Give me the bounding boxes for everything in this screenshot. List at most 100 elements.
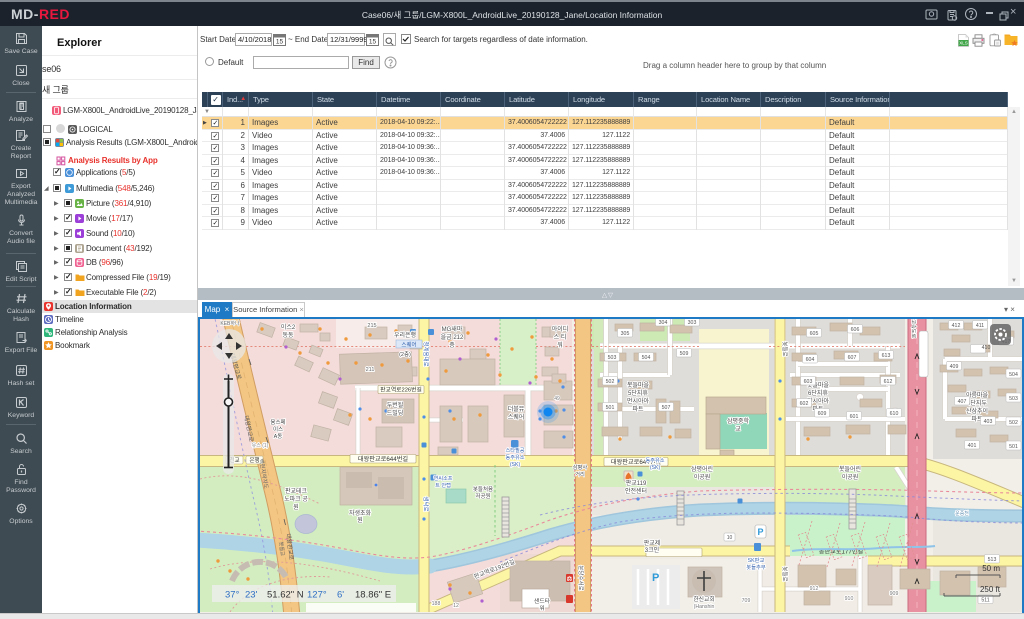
svg-text:188: 188 (432, 601, 441, 607)
svg-text:604: 604 (806, 357, 815, 363)
svg-text:12: 12 (453, 603, 459, 609)
svg-text:4단지두: 4단지두 (967, 399, 987, 407)
svg-text:(SK): (SK) (510, 462, 521, 468)
svg-text:37°: 37° (225, 590, 240, 601)
svg-text:대왕판교로644번길: 대왕판교로644번길 (358, 455, 408, 463)
svg-text:SK판교: SK판교 (748, 556, 765, 564)
svg-text:910: 910 (845, 596, 854, 602)
svg-text:6단지휴: 6단지휴 (808, 389, 828, 397)
svg-text:407: 407 (958, 399, 967, 405)
svg-text:⚖: ⚖ (567, 576, 573, 583)
svg-text:스 티: 스 티 (554, 333, 567, 341)
svg-text:127°: 127° (307, 590, 327, 601)
svg-text:513: 513 (988, 557, 997, 563)
svg-text:304: 304 (659, 320, 668, 326)
svg-text:을금 212: 을금 212 (441, 334, 464, 341)
svg-text:305: 305 (621, 331, 630, 337)
svg-text:샌드타: 샌드타 (534, 597, 551, 605)
svg-text:607: 607 (848, 355, 857, 361)
svg-text:거리: 거리 (575, 470, 585, 478)
svg-text:912: 912 (810, 586, 819, 592)
svg-text:503: 503 (608, 355, 617, 361)
svg-text:602: 602 (800, 401, 809, 407)
svg-text:411: 411 (976, 323, 984, 329)
svg-text:윰스페: 윰스페 (270, 418, 285, 426)
svg-text:502: 502 (606, 379, 615, 385)
svg-text:워: 워 (539, 604, 544, 612)
svg-text:안전센터: 안전센터 (625, 487, 647, 495)
svg-text:판교119: 판교119 (626, 479, 647, 487)
svg-text:303: 303 (688, 320, 697, 326)
svg-text:봇들마을: 봇들마을 (627, 381, 650, 389)
svg-text:612: 612 (884, 379, 893, 385)
svg-text:봇들추부: 봇들추부 (746, 564, 766, 571)
svg-text:먼시아아: 먼시아아 (627, 397, 650, 405)
svg-text:KEB하나: KEB하나 (220, 320, 240, 327)
svg-text:211: 211 (366, 367, 375, 373)
svg-text:606: 606 (851, 327, 860, 333)
svg-text:경부고속도로: 경부고속도로 (910, 319, 918, 339)
svg-text:6': 6' (337, 590, 344, 601)
svg-text:501: 501 (606, 405, 615, 411)
svg-text:502: 502 (1009, 420, 1018, 426)
svg-text:판교역로226번길: 판교역로226번길 (380, 386, 422, 394)
svg-text:609: 609 (818, 411, 827, 417)
svg-text:이스2: 이스2 (281, 323, 296, 331)
svg-text:우리은행: 우리은행 (394, 331, 416, 339)
svg-text:18.86" E: 18.86" E (355, 590, 391, 601)
svg-text:삼평어린: 삼평어린 (691, 465, 713, 473)
svg-text:노파크 공: 노파크 공 (284, 495, 308, 503)
svg-text:원: 원 (357, 516, 363, 524)
svg-text:트 안랩: 트 안랩 (435, 481, 451, 489)
svg-text:봇들로: 봇들로 (781, 566, 788, 581)
svg-text:613: 613 (882, 353, 891, 359)
svg-text:워: 워 (557, 341, 563, 349)
svg-text:이스: 이스 (273, 425, 283, 433)
svg-text:파트: 파트 (632, 405, 644, 413)
svg-text:분당수서로: 분당수서로 (577, 565, 585, 590)
svg-text:P: P (652, 572, 659, 584)
svg-text:자생초화: 자생초화 (349, 509, 372, 517)
svg-text:연씨소프: 연씨소프 (433, 474, 452, 482)
svg-text:교: 교 (735, 426, 741, 433)
svg-text:49: 49 (554, 396, 560, 402)
svg-text:3크인: 3크인 (645, 547, 659, 554)
svg-text:15: 15 (276, 39, 284, 46)
svg-text:운중천: 운중천 (955, 510, 969, 517)
svg-text:504: 504 (1009, 372, 1018, 378)
svg-text:XLS: XLS (959, 41, 968, 46)
svg-text:403: 403 (984, 419, 993, 425)
svg-text:50 m: 50 m (982, 564, 1000, 573)
svg-text:스퀘어: 스퀘어 (508, 413, 525, 421)
svg-text:(Hanshin: (Hanshin (694, 604, 715, 610)
svg-text:603: 603 (804, 379, 813, 385)
svg-text:삼평중학: 삼평중학 (727, 417, 750, 425)
svg-text:51.62" N: 51.62" N (267, 590, 304, 601)
svg-text:판교테크: 판교테크 (285, 487, 308, 495)
svg-text:10: 10 (727, 535, 733, 541)
svg-text:청계음대로: 청계음대로 (422, 341, 430, 366)
svg-text:두번될: 두번될 (387, 401, 404, 409)
svg-text:503: 503 (1009, 396, 1018, 402)
svg-text:501: 501 (1009, 444, 1018, 450)
svg-text:봇들로: 봇들로 (781, 341, 788, 356)
svg-text:504: 504 (642, 355, 651, 361)
svg-text:드빌딩: 드빌딩 (387, 409, 404, 417)
svg-text:유스 (1): 유스 (1) (252, 443, 269, 449)
svg-text:봇들어린: 봇들어린 (839, 465, 861, 473)
svg-text:23': 23' (245, 590, 258, 601)
svg-text:판교제: 판교제 (644, 539, 661, 547)
svg-text:원: 원 (293, 503, 299, 511)
svg-text:409: 409 (950, 364, 959, 370)
svg-text:아이디: 아이디 (552, 325, 569, 333)
svg-text:스퀘어: 스퀘어 (401, 341, 416, 349)
svg-text:층: 층 (449, 341, 455, 349)
svg-text:605: 605 (810, 331, 819, 337)
svg-text:250 ft: 250 ft (980, 585, 1001, 594)
svg-text:610: 610 (890, 411, 899, 417)
svg-text:412: 412 (952, 323, 961, 329)
svg-text:5단지휴: 5단지휴 (628, 389, 648, 397)
svg-text:저공원: 저공원 (475, 492, 490, 500)
svg-text:삼평사: 삼평사 (573, 463, 588, 471)
svg-text:511: 511 (981, 598, 989, 604)
